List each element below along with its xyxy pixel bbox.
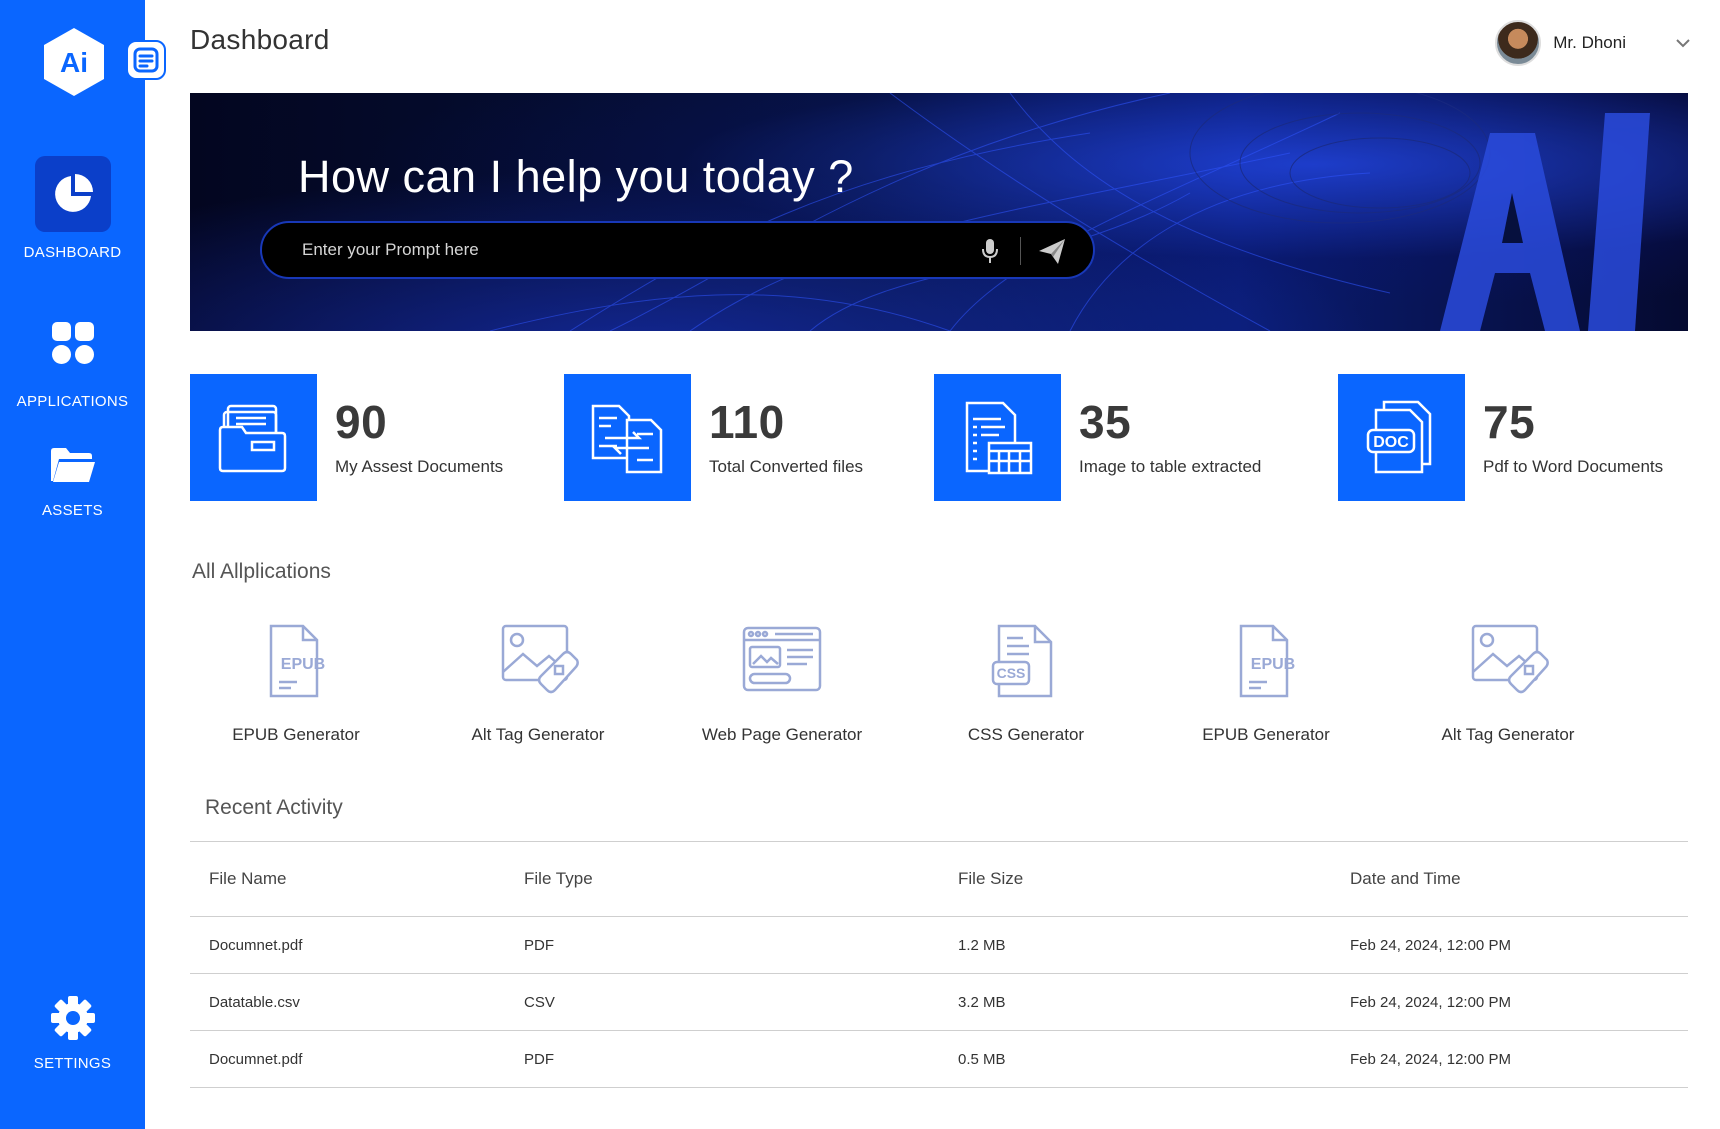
file-size-cell: 3.2 MB — [958, 993, 1006, 1011]
svg-text:EPUB: EPUB — [281, 656, 325, 673]
doc-file-icon: DOC — [1366, 400, 1431, 473]
prompt-bar — [260, 221, 1095, 279]
svg-text:DOC: DOC — [1373, 434, 1409, 451]
app-web-page-generator[interactable]: Web Page Generator — [682, 620, 882, 745]
file-name-cell: Datatable.csv — [209, 993, 300, 1011]
table-extract-icon — [965, 401, 1032, 474]
sidebar: Ai DASHBOARD APPLICATIONS ASSETS SETTING… — [0, 0, 145, 1129]
pie-chart-icon — [54, 174, 93, 212]
app-label: Alt Tag Generator — [471, 725, 605, 744]
date-time-cell: Feb 24, 2024, 12:00 PM — [1350, 936, 1511, 954]
file-name-cell: Documnet.pdf — [209, 1050, 303, 1068]
app-label: Alt Tag Generator — [1441, 725, 1575, 744]
stat-value: 75 — [1483, 395, 1536, 448]
app-label: CSS Generator — [967, 725, 1085, 744]
app-logo[interactable]: Ai — [40, 26, 108, 98]
app-epub-generator[interactable]: EPUB EPUB Generator — [196, 620, 396, 745]
stat-value: 90 — [335, 395, 388, 448]
user-menu[interactable]: Mr. Dhoni — [1495, 20, 1692, 66]
column-header[interactable]: File Type — [524, 869, 958, 889]
convert-files-icon — [591, 404, 662, 473]
menu-icon — [133, 47, 159, 73]
epub-file-icon: EPUB — [1239, 624, 1295, 698]
app-label: EPUB Generator — [232, 725, 360, 744]
logo-text: Ai — [60, 47, 88, 78]
app-epub-generator-2[interactable]: EPUB EPUB Generator — [1166, 620, 1366, 745]
column-header[interactable]: File Size — [958, 869, 1350, 889]
web-page-icon — [742, 626, 822, 692]
image-tag-icon — [501, 624, 579, 694]
hero-background-art — [489, 93, 1650, 331]
file-name-cell: Documnet.pdf — [209, 936, 303, 954]
stat-label: My Assest Documents — [335, 456, 504, 476]
stat-card-tables[interactable]: 35 Image to table extracted — [934, 374, 1261, 501]
gear-icon — [50, 996, 95, 1040]
table-row[interactable]: Documnet.pdf PDF 1.2 MB Feb 24, 2024, 12… — [190, 917, 1688, 974]
chevron-down-icon[interactable] — [1674, 34, 1692, 52]
svg-text:EPUB: EPUB — [1251, 656, 1295, 673]
date-time-cell: Feb 24, 2024, 12:00 PM — [1350, 993, 1511, 1011]
sidebar-item-label: APPLICATIONS — [16, 393, 129, 410]
sidebar-item-settings[interactable]: SETTINGS — [0, 993, 145, 1072]
hero-title: How can I help you today ? — [298, 151, 854, 202]
epub-file-icon: EPUB — [269, 624, 325, 698]
hero-banner: How can I help you today ? — [190, 93, 1688, 331]
stat-card-assets[interactable]: 90 My Assest Documents — [190, 374, 503, 501]
image-tag-icon — [1471, 624, 1549, 694]
folder-documents-icon — [218, 404, 286, 472]
column-header[interactable]: File Name — [190, 869, 524, 889]
app-alt-tag-generator-2[interactable]: Alt Tag Generator — [1408, 620, 1608, 745]
folder-icon — [50, 448, 95, 482]
stat-card-pdf-to-word[interactable]: DOC 75 Pdf to Word Documents — [1338, 374, 1663, 501]
svg-text:CSS: CSS — [997, 665, 1026, 681]
recent-activity-title: Recent Activity — [205, 796, 343, 819]
app-css-generator[interactable]: CSS CSS Generator — [926, 620, 1126, 745]
page-title: Dashboard — [190, 24, 330, 55]
file-size-cell: 0.5 MB — [958, 1050, 1006, 1068]
send-icon[interactable] — [1036, 235, 1068, 267]
file-size-cell: 1.2 MB — [958, 936, 1006, 954]
file-type-cell: PDF — [524, 1050, 554, 1068]
avatar[interactable] — [1495, 20, 1542, 66]
sidebar-item-dashboard[interactable]: DASHBOARD — [0, 156, 145, 261]
css-file-icon: CSS — [991, 624, 1053, 698]
prompt-input[interactable] — [302, 223, 942, 277]
table-row[interactable]: Documnet.pdf PDF 0.5 MB Feb 24, 2024, 12… — [190, 1031, 1688, 1088]
prompt-divider — [1020, 237, 1021, 265]
user-name[interactable]: Mr. Dhoni — [1553, 33, 1626, 53]
column-header[interactable]: Date and Time — [1350, 869, 1688, 889]
file-type-cell: PDF — [524, 936, 554, 954]
stat-label: Image to table extracted — [1079, 456, 1262, 476]
sidebar-item-label: DASHBOARD — [23, 244, 122, 261]
applications-section-title: All Allplications — [192, 560, 331, 583]
microphone-icon[interactable] — [980, 237, 1000, 265]
stat-card-converted[interactable]: 110 Total Converted files — [564, 374, 863, 501]
table-header-row: File Name File Type File Size Date and T… — [190, 842, 1688, 917]
file-type-cell: CSV — [524, 993, 555, 1011]
sidebar-item-label: SETTINGS — [33, 1055, 112, 1072]
table-row[interactable]: Datatable.csv CSV 3.2 MB Feb 24, 2024, 1… — [190, 974, 1688, 1031]
recent-activity-table: File Name File Type File Size Date and T… — [190, 841, 1688, 1088]
stat-value: 35 — [1079, 395, 1132, 448]
date-time-cell: Feb 24, 2024, 12:00 PM — [1350, 1050, 1511, 1068]
app-label: EPUB Generator — [1202, 725, 1330, 744]
app-label: Web Page Generator — [701, 725, 863, 744]
stat-label: Total Converted files — [709, 456, 864, 476]
stat-label: Pdf to Word Documents — [1483, 456, 1664, 476]
menu-toggle-button[interactable] — [126, 40, 166, 80]
stat-value: 110 — [709, 395, 785, 448]
sidebar-item-label: ASSETS — [42, 502, 103, 519]
app-alt-tag-generator[interactable]: Alt Tag Generator — [438, 620, 638, 745]
grid-icon — [51, 322, 94, 364]
sidebar-item-applications[interactable]: APPLICATIONS — [0, 305, 145, 410]
sidebar-item-assets[interactable]: ASSETS — [0, 440, 145, 519]
